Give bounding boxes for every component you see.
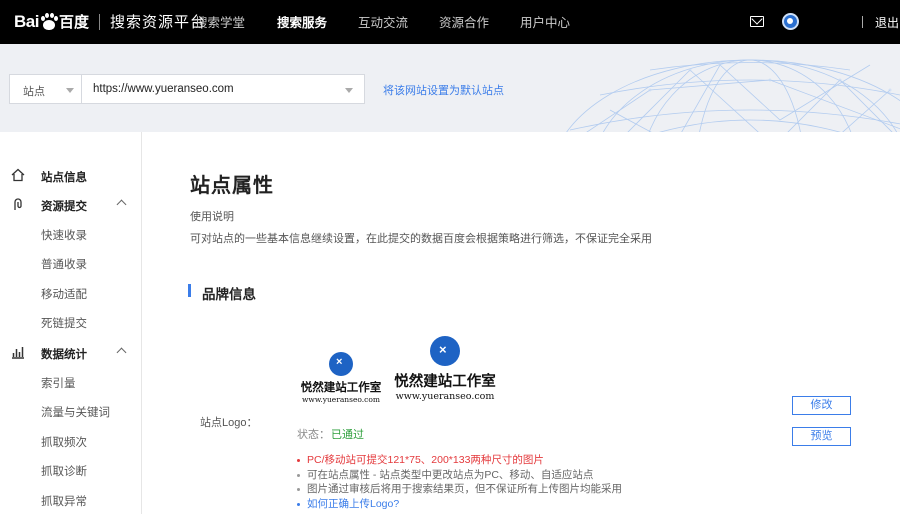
submit-icon [14,198,22,210]
logout-link[interactable]: 退出 [875,0,899,46]
sidebar-group-label: 资源提交 [41,201,87,213]
site-url-select[interactable]: https://www.yueranseo.com [81,74,365,104]
sidebar-item-label: 普通收录 [41,259,87,271]
paw-icon [40,12,58,31]
brand-url: www.yueranseo.com [395,391,495,402]
logo-divider [98,13,100,30]
nav-user-center[interactable]: 用户中心 [520,0,570,44]
top-nav-bar: Bai 百度 搜索资源平台 搜索学堂 搜索服务 互动交流 资源合作 用户中心 退… [0,0,900,44]
site-type-select[interactable]: 站点 [9,74,82,104]
note-site-type: 可在站点属性 - 站点类型中更改站点为PC、移动、自适应站点 [297,468,622,483]
how-to-upload-link[interactable]: 如何正确上传Logo? [297,497,622,512]
nav-search-academy[interactable]: 搜索学堂 [195,0,245,44]
sidebar-item-mobile-adapt[interactable]: 移动适配 [0,283,142,303]
platform-title: 搜索资源平台 [109,14,206,31]
sidebar-item-quick-index[interactable]: 快速收录 [0,224,142,244]
sidebar-item-index-volume[interactable]: 索引量 [0,372,142,392]
sidebar-item-normal-index[interactable]: 普通收录 [0,253,142,273]
avatar[interactable] [782,13,799,30]
brand-name: 悦然建站工作室 [300,382,382,394]
note-size-warning: PC/移动站可提交121*75、200*133两种尺寸的图片 [297,453,622,468]
sidebar-item-label: 快速收录 [41,230,87,242]
brand-name: 悦然建站工作室 [394,374,496,390]
sidebar-group-submit[interactable]: 资源提交 [0,195,142,215]
sidebar-item-label: 移动适配 [41,289,87,301]
logo-field-label: 站点Logo： [200,417,258,429]
home-icon [11,168,25,182]
logo-preview-small: × 悦然建站工作室 www.yueranseo.com [298,349,384,404]
stats-icon [12,347,24,359]
brand-url: www.yueranseo.com [301,395,381,404]
set-default-site-link[interactable]: 将该网站设置为默认站点 [383,82,504,98]
sidebar-group-label: 数据统计 [41,349,87,361]
mail-icon[interactable] [750,16,764,27]
header-divider [862,16,863,28]
sidebar-item-crawl-frequency[interactable]: 抓取频次 [0,431,142,451]
sidebar-item-label: 抓取诊断 [41,466,87,478]
section-accent-bar [188,284,191,297]
nav-search-service[interactable]: 搜索服务 [277,0,327,44]
section-title: 品牌信息 [202,287,256,302]
sidebar-item-site-info[interactable]: 站点信息 [0,166,142,186]
logo-bai-text: Bai [14,11,39,31]
site-selector-bar: 站点 https://www.yueranseo.com 将该网站设置为默认站点 [0,44,900,132]
nav-cooperation[interactable]: 资源合作 [439,0,489,44]
sidebar-item-label: 站点信息 [41,172,87,184]
baidu-logo[interactable]: Bai 百度 搜索资源平台 [14,11,206,32]
globe-decoration [566,59,900,132]
sidebar-group-stats[interactable]: 数据统计 [0,343,142,363]
status-label: 状态： [297,429,330,441]
sidebar: 站点信息 资源提交 快速收录 普通收录 移动适配 死链提交 数据统计 索引量 流… [0,132,142,514]
logo-notes-list: PC/移动站可提交121*75、200*133两种尺寸的图片 可在站点属性 - … [297,453,622,511]
site-url-value: https://www.yueranseo.com [93,83,234,95]
chevron-down-icon [66,88,74,93]
sidebar-item-label: 抓取频次 [41,437,87,449]
sidebar-item-label: 死链提交 [41,318,87,330]
sidebar-item-dead-link[interactable]: 死链提交 [0,312,142,332]
sidebar-item-label: 流量与关键词 [41,407,110,419]
sidebar-item-label: 抓取异常 [41,496,87,508]
chevron-down-icon [345,88,353,93]
site-type-value: 站点 [23,86,45,98]
logo-preview-large: × 悦然建站工作室 www.yueranseo.com [390,333,500,402]
page-title: 站点属性 [190,175,274,197]
sidebar-item-crawl-diagnosis[interactable]: 抓取诊断 [0,460,142,480]
brand-mark-icon: × [326,349,356,379]
usage-label: 使用说明 [190,211,234,223]
chevron-up-icon [116,199,127,210]
note-review: 图片通过审核后将用于搜索结果页，但不保证所有上传图片均能采用 [297,482,622,497]
modify-button[interactable]: 修改 [792,396,851,415]
usage-description: 可对站点的一些基本信息继续设置，在此提交的数据百度会根据策略进行筛选，不保证完全… [190,233,652,245]
chevron-up-icon [116,347,127,358]
logo-du-text: 百度 [58,14,89,31]
sidebar-item-traffic-keywords[interactable]: 流量与关键词 [0,401,142,421]
sidebar-item-crawl-errors[interactable]: 抓取异常 [0,490,142,510]
sidebar-item-label: 索引量 [41,378,76,390]
brand-mark-icon: × [427,333,463,369]
nav-interaction[interactable]: 互动交流 [358,0,408,44]
status-badge: 已通过 [331,429,364,441]
preview-button[interactable]: 预览 [792,427,851,446]
